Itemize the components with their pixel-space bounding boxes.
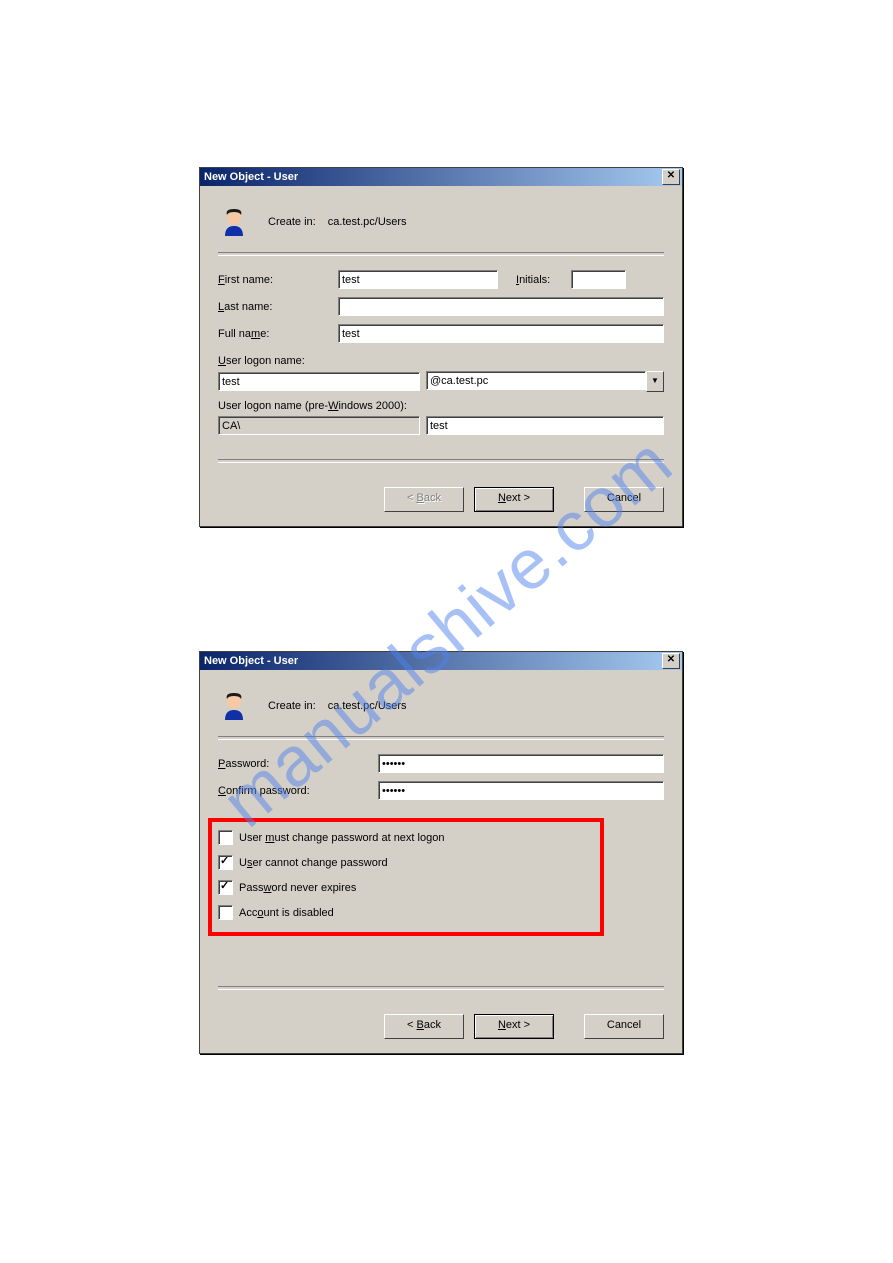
header-row: Create in: ca.test.pc/Users	[218, 684, 664, 732]
password-label: Password:	[218, 758, 378, 770]
next-button[interactable]: Next >	[474, 1014, 554, 1039]
account-disabled-label: Account is disabled	[239, 907, 334, 919]
titlebar: New Object - User ✕	[200, 168, 682, 186]
cannot-change-password-label: User cannot change password	[239, 857, 388, 869]
back-button[interactable]: < Back	[384, 1014, 464, 1039]
account-disabled-checkbox[interactable]	[218, 905, 233, 920]
back-button: < Back	[384, 487, 464, 512]
dialog-new-user-step2: New Object - User ✕ Create in: ca.test.p…	[199, 651, 683, 1054]
first-name-input[interactable]: test	[338, 270, 498, 289]
confirm-password-label: Confirm password:	[218, 785, 378, 797]
full-name-input[interactable]: test	[338, 324, 664, 343]
last-name-label: Last name:	[218, 301, 338, 313]
user-head-icon	[218, 206, 250, 238]
pre2000-logon-input[interactable]: test	[426, 416, 664, 435]
header-row: Create in: ca.test.pc/Users	[218, 200, 664, 248]
full-name-label: Full name:	[218, 328, 338, 340]
window-title: New Object - User	[202, 171, 662, 183]
last-name-input[interactable]	[338, 297, 664, 316]
highlighted-options-box: User must change password at next logon …	[208, 818, 604, 936]
cancel-button[interactable]: Cancel	[584, 1014, 664, 1039]
initials-label: Initials:	[516, 274, 571, 286]
user-head-icon	[218, 690, 250, 722]
create-in-path: ca.test.pc/Users	[328, 216, 407, 228]
confirm-password-input[interactable]: ••••••	[378, 781, 664, 800]
logon-name-input[interactable]: test	[218, 372, 420, 391]
password-input[interactable]: ••••••	[378, 754, 664, 773]
dialog-new-user-step1: New Object - User ✕ Create in: ca.test.p…	[199, 167, 683, 527]
logon-domain-select[interactable]: @ca.test.pc ▼	[426, 371, 664, 392]
password-never-expires-label: Password never expires	[239, 882, 356, 894]
pre2000-label: User logon name (pre-Windows 2000):	[218, 400, 664, 412]
close-button[interactable]: ✕	[662, 169, 680, 185]
change-password-next-logon-label: User must change password at next logon	[239, 832, 444, 844]
create-in-path: ca.test.pc/Users	[328, 700, 407, 712]
first-name-label: First name:	[218, 274, 338, 286]
close-button[interactable]: ✕	[662, 653, 680, 669]
initials-input[interactable]	[571, 270, 626, 289]
dropdown-arrow-icon[interactable]: ▼	[646, 371, 664, 392]
cancel-button[interactable]: Cancel	[584, 487, 664, 512]
pre2000-domain-display: CA\	[218, 416, 420, 435]
change-password-next-logon-checkbox[interactable]	[218, 830, 233, 845]
next-button[interactable]: Next >	[474, 487, 554, 512]
titlebar: New Object - User ✕	[200, 652, 682, 670]
window-title: New Object - User	[202, 655, 662, 667]
password-never-expires-checkbox[interactable]	[218, 880, 233, 895]
create-in-label: Create in:	[268, 700, 316, 712]
create-in-label: Create in:	[268, 216, 316, 228]
logon-name-label: User logon name:	[218, 355, 664, 367]
cannot-change-password-checkbox[interactable]	[218, 855, 233, 870]
